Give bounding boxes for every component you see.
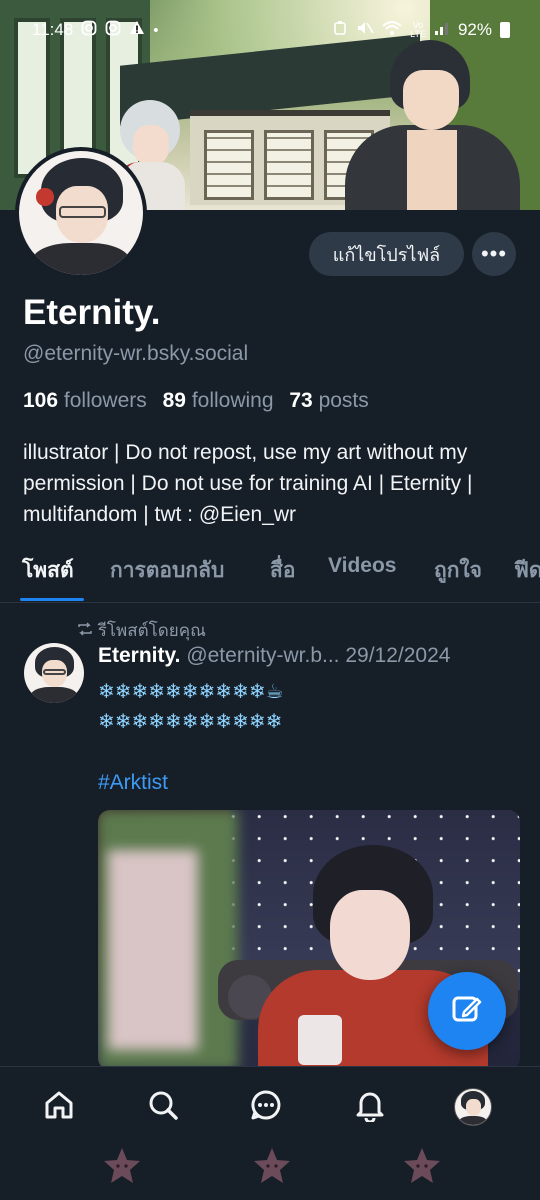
nav-profile[interactable] xyxy=(451,1085,495,1129)
star-sticker-icon xyxy=(250,1146,294,1186)
display-name: Eternity. xyxy=(23,293,161,332)
chat-icon xyxy=(249,1088,283,1127)
signal-icon xyxy=(434,20,450,41)
volte-icon: Vo LTE xyxy=(410,20,426,39)
wifi-icon xyxy=(382,20,402,41)
profile-stats: 106 followers 89 following 73 posts xyxy=(23,389,369,413)
nav-chat[interactable] xyxy=(244,1085,288,1129)
profile-bio: illustrator | Do not repost, use my art … xyxy=(23,441,473,526)
status-time: 11:48 xyxy=(32,20,74,39)
post-date: 29/12/2024 xyxy=(345,644,451,667)
bell-icon xyxy=(353,1088,387,1127)
compose-button[interactable] xyxy=(428,972,506,1050)
status-right: Vo LTE 92% xyxy=(332,20,510,41)
post-text: ❄❄❄❄❄❄❄❄❄❄☕ ❄❄❄❄❄❄❄❄❄❄❄ xyxy=(98,677,284,737)
repost-icon xyxy=(77,621,98,640)
repost-label: รีโพสต์โดยคุณ xyxy=(97,621,206,640)
compose-icon xyxy=(450,992,484,1031)
star-sticker-icon xyxy=(400,1146,444,1186)
dot-icon: • xyxy=(153,21,159,39)
following-link[interactable]: 89 following xyxy=(163,389,274,412)
post-header: Eternity. @eternity-wr.b... 29/12/2024 xyxy=(98,644,528,668)
star-sticker-icon xyxy=(100,1146,144,1186)
tab-media[interactable]: สื่อ xyxy=(270,554,295,587)
posts-label: posts xyxy=(318,389,369,412)
profile-tabs: โพสต์ การตอบกลับ สื่อ Videos ถูกใจ ฟีด xyxy=(0,548,540,603)
tab-feeds[interactable]: ฟีด xyxy=(514,554,540,587)
tab-posts[interactable]: โพสต์ xyxy=(22,554,74,587)
post-author-name[interactable]: Eternity. xyxy=(98,644,180,667)
alarm-icon xyxy=(332,20,348,41)
more-icon: ••• xyxy=(480,241,508,266)
more-options-button[interactable]: ••• xyxy=(472,232,516,276)
battery-text: 92% xyxy=(457,20,492,39)
nav-home[interactable] xyxy=(37,1085,81,1129)
following-count: 89 xyxy=(162,389,186,412)
battery-icon xyxy=(500,22,510,38)
post-hashtag[interactable]: #Arktist xyxy=(98,771,168,795)
tab-replies[interactable]: การตอบกลับ xyxy=(110,554,224,587)
active-tab-indicator xyxy=(20,598,84,601)
repost-indicator[interactable]: รีโพสต์โดยคุณ xyxy=(77,617,206,644)
banner-figure-main xyxy=(345,40,520,210)
nav-search[interactable] xyxy=(141,1085,185,1129)
status-bar: 11:48 • Vo LTE 92% xyxy=(0,0,540,60)
profile-avatar xyxy=(454,1088,492,1126)
profile-avatar[interactable] xyxy=(15,147,147,279)
posts-count: 73 xyxy=(289,389,313,412)
search-icon xyxy=(146,1088,180,1127)
followers-label: followers xyxy=(63,389,147,412)
following-label: following xyxy=(191,389,274,412)
edit-profile-button[interactable]: แก้ไขโปรไฟล์ xyxy=(309,232,464,276)
profile-handle: @eternity-wr.bsky.social xyxy=(23,342,249,365)
post-text-line: ❄❄❄❄❄❄❄❄❄❄❄ xyxy=(98,711,283,733)
tab-videos[interactable]: Videos xyxy=(328,554,396,578)
warning-icon xyxy=(129,20,145,40)
followers-count: 106 xyxy=(23,389,59,412)
bottom-nav xyxy=(0,1066,540,1146)
post-author-handle[interactable]: @eternity-wr.b... xyxy=(186,644,339,667)
tab-likes[interactable]: ถูกใจ xyxy=(434,554,482,587)
home-icon xyxy=(42,1088,76,1127)
posts-stat: 73 posts xyxy=(289,389,368,412)
post-author-avatar[interactable] xyxy=(24,643,84,703)
post-text-line: ❄❄❄❄❄❄❄❄❄❄☕ xyxy=(98,681,284,703)
followers-link[interactable]: 106 followers xyxy=(23,389,147,412)
mute-icon xyxy=(356,20,374,41)
instagram-icon xyxy=(105,20,121,40)
nav-notifications[interactable] xyxy=(348,1085,392,1129)
instagram-icon xyxy=(81,20,97,40)
